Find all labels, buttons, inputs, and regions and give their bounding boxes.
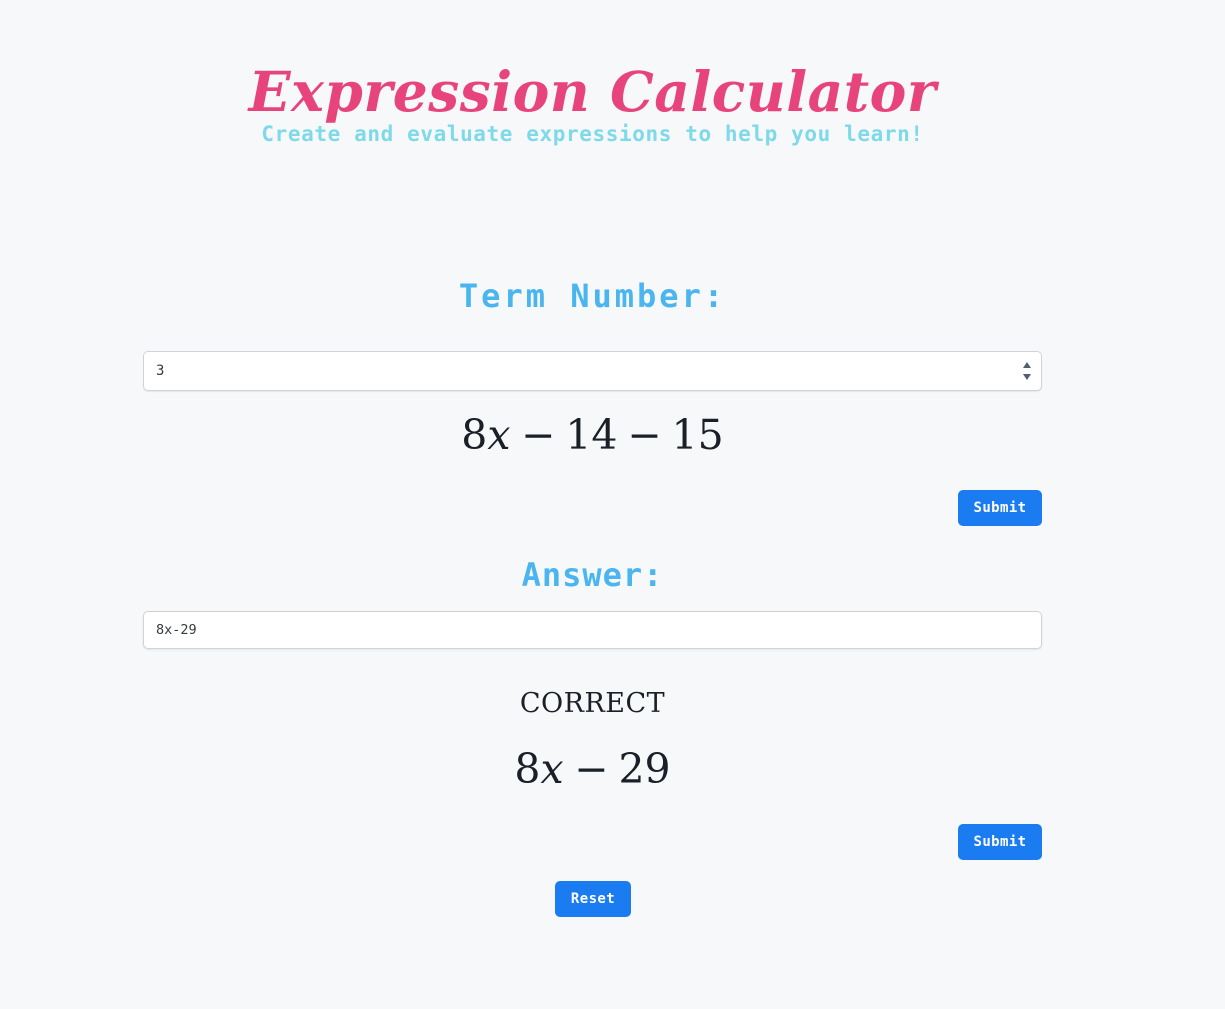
expression-part: 8 (461, 411, 488, 459)
expression-part: 15 (671, 411, 724, 459)
expression-part: x (487, 411, 511, 459)
submit-answer-button[interactable]: Submit (958, 824, 1042, 860)
spinner-arrows-icon (1023, 361, 1032, 381)
expression-part: − (521, 411, 556, 459)
page-title: Expression Calculator (248, 58, 937, 124)
submit-expression-button[interactable]: Submit (958, 490, 1042, 526)
term-number-select[interactable]: 3 (143, 351, 1042, 391)
answer-heading: Answer: (521, 556, 664, 594)
result-expression-display: 8x −29 (0, 745, 1185, 793)
expression-display: 8x −14−15 (0, 411, 1185, 459)
result-part: x (540, 745, 564, 793)
term-number-heading: Term Number: (458, 277, 727, 315)
expression-part: − (627, 411, 662, 459)
expression-part: 14 (565, 411, 618, 459)
term-number-select-value: 3 (156, 363, 165, 379)
chevron-up-icon (1023, 362, 1031, 368)
app-page: Expression Calculator Create and evaluat… (0, 0, 1225, 1009)
result-part: 8 (514, 745, 541, 793)
reset-button[interactable]: Reset (555, 881, 631, 917)
result-part: 29 (618, 745, 671, 793)
result-part: − (574, 745, 609, 793)
chevron-down-icon (1023, 374, 1031, 380)
answer-input[interactable]: 8x-29 (143, 611, 1042, 649)
page-subtitle: Create and evaluate expressions to help … (261, 122, 924, 146)
verdict-text: CORRECT (519, 688, 666, 719)
